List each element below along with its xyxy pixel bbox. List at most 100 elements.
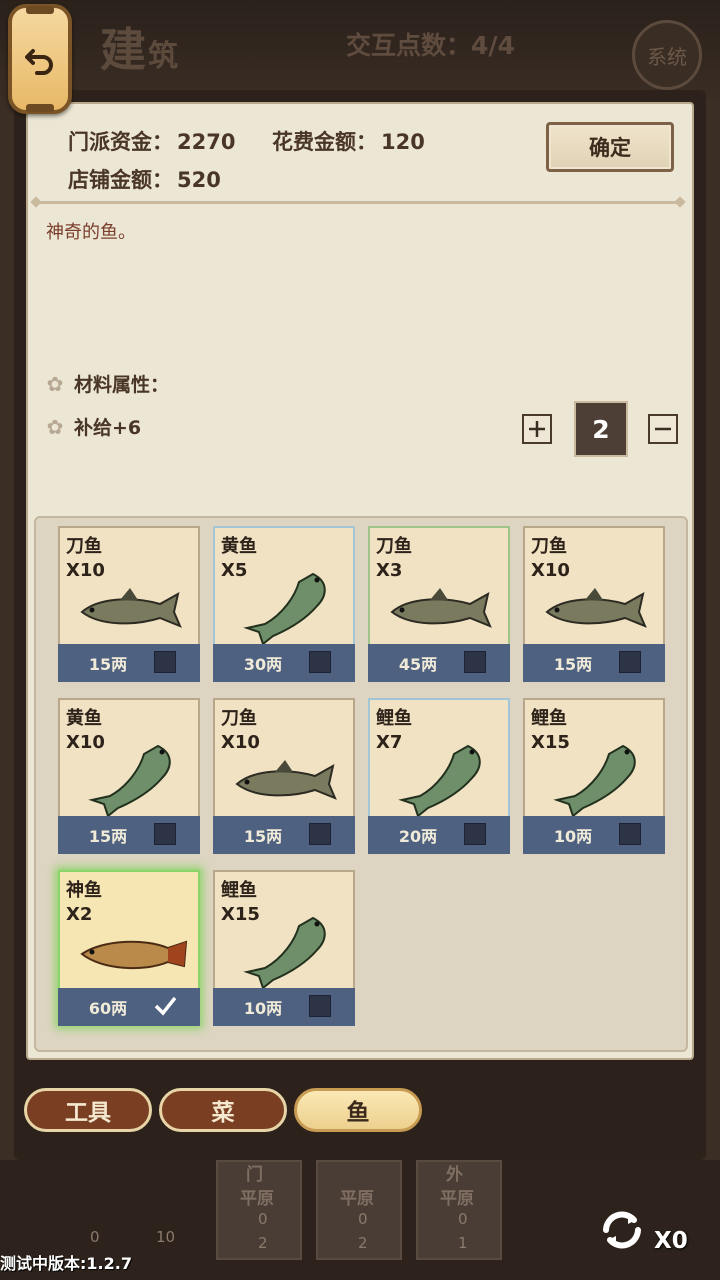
building-flag-count: 0	[458, 1210, 468, 1228]
fish-card[interactable]: 鲤鱼 X15 10两	[523, 698, 665, 854]
fish-name: 黄鱼	[66, 708, 102, 729]
fish-card[interactable]: 刀鱼 X10 15两	[213, 698, 355, 854]
price-bar: 45两	[368, 644, 510, 682]
fish-count: X2	[66, 904, 93, 925]
version-label: 测试中版本:1.2.7	[0, 1254, 132, 1273]
price-bar: 30两	[213, 644, 355, 682]
fish-card[interactable]: 鲤鱼 X15 10两	[213, 870, 355, 1026]
building-label: 门	[246, 1165, 263, 1185]
fish-name: 刀鱼	[376, 536, 412, 557]
tab-2[interactable]: 鱼	[294, 1088, 422, 1132]
refresh-icon[interactable]	[592, 1200, 652, 1260]
fish-price: 15两	[88, 655, 128, 674]
fish-price: 15两	[243, 827, 283, 846]
left-flag-count: 0	[90, 1228, 100, 1246]
price-bar: 15两	[58, 816, 200, 854]
fish-count: X15	[531, 732, 570, 753]
select-checkbox[interactable]	[309, 823, 331, 845]
fish-count: X10	[221, 732, 260, 753]
action-points-label: 交互点数：4/4	[346, 31, 515, 60]
fish-count: X10	[66, 732, 105, 753]
select-checkbox[interactable]	[619, 823, 641, 845]
plus-icon	[529, 421, 545, 437]
select-checkbox[interactable]	[154, 651, 176, 673]
select-checkbox[interactable]	[464, 823, 486, 845]
price-bar: 10两	[523, 816, 665, 854]
material-attr-title: ✿ 材料属性：	[44, 370, 169, 397]
item-description: 神奇的鱼。	[46, 222, 136, 243]
select-checkbox[interactable]	[154, 823, 176, 845]
building-people-count: 2	[258, 1234, 268, 1252]
confirm-button[interactable]: 确定	[546, 122, 674, 172]
cost-amount: 花费金额： 120	[272, 130, 425, 154]
fish-count: X7	[376, 732, 403, 753]
minus-icon	[655, 427, 671, 431]
fish-price: 10两	[553, 827, 593, 846]
fish-name: 刀鱼	[221, 708, 257, 729]
fish-price: 15两	[88, 827, 128, 846]
flower-icon: ✿	[46, 371, 64, 396]
building-slot[interactable]: 外平原 0 1	[416, 1160, 502, 1260]
material-attr-value: ✿ 补给+6	[44, 413, 142, 440]
fish-count: X10	[66, 560, 105, 581]
fish-name: 鲤鱼	[221, 880, 257, 901]
building-flag-count: 0	[358, 1210, 368, 1228]
fish-card[interactable]: 刀鱼 X3 45两	[368, 526, 510, 682]
tab-0[interactable]: 工具	[24, 1088, 152, 1132]
sect-funds: 门派资金： 2270	[68, 130, 236, 154]
price-bar: 15两	[58, 644, 200, 682]
fish-card[interactable]: 鲤鱼 X7 20两	[368, 698, 510, 854]
shop-amount: 店铺金额： 520	[68, 168, 221, 192]
fish-card[interactable]: 神鱼 X2 60两	[58, 870, 200, 1026]
fish-count: X15	[221, 904, 260, 925]
fish-count: X5	[221, 560, 248, 581]
fish-card[interactable]: 黄鱼 X5 30两	[213, 526, 355, 682]
fish-count: X3	[376, 560, 403, 581]
flower-icon: ✿	[46, 414, 64, 439]
fish-card[interactable]: 黄鱼 X10 15两	[58, 698, 200, 854]
fish-price: 30两	[243, 655, 283, 674]
building-flag-count: 0	[258, 1210, 268, 1228]
fish-count: X10	[531, 560, 570, 581]
decrease-quantity-button[interactable]	[648, 414, 678, 444]
fish-name: 神鱼	[66, 880, 102, 901]
price-bar: 10两	[213, 988, 355, 1026]
building-terrain: 平原	[440, 1189, 474, 1209]
page-title: 建筑	[100, 23, 180, 77]
fish-price: 20两	[398, 827, 438, 846]
fish-name: 刀鱼	[531, 536, 567, 557]
fish-name: 刀鱼	[66, 536, 102, 557]
select-checkbox[interactable]	[309, 651, 331, 673]
attr-title-text: 材料属性：	[74, 374, 170, 396]
building-label: 外	[446, 1165, 463, 1185]
fish-card[interactable]: 刀鱼 X10 15两	[58, 526, 200, 682]
fish-price: 45两	[398, 655, 438, 674]
price-bar: 20两	[368, 816, 510, 854]
select-checkbox[interactable]	[464, 651, 486, 673]
fish-name: 鲤鱼	[531, 708, 567, 729]
price-bar: 15两	[523, 644, 665, 682]
fish-card[interactable]: 刀鱼 X10 15两	[523, 526, 665, 682]
tab-1[interactable]: 菜	[159, 1088, 287, 1132]
price-bar: 15两	[213, 816, 355, 854]
building-people-count: 2	[358, 1234, 368, 1252]
fish-price: 60两	[88, 999, 128, 1018]
building-slot[interactable]: 门平原 0 2	[216, 1160, 302, 1260]
building-people-count: 1	[458, 1234, 468, 1252]
increase-quantity-button[interactable]	[522, 414, 552, 444]
refresh-count: X0	[654, 1228, 688, 1254]
system-button[interactable]: 系统	[632, 20, 702, 90]
back-arrow-icon	[25, 49, 53, 75]
building-slot[interactable]: 平原 0 2	[316, 1160, 402, 1260]
select-checkbox[interactable]	[309, 995, 331, 1017]
attr-value-text: 补给+6	[74, 417, 142, 439]
building-terrain: 平原	[240, 1189, 274, 1209]
divider	[36, 201, 680, 204]
fish-name: 黄鱼	[221, 536, 257, 557]
quantity-value: 2	[574, 401, 628, 457]
select-checkbox[interactable]	[154, 995, 177, 1017]
select-checkbox[interactable]	[619, 651, 641, 673]
fish-name: 鲤鱼	[376, 708, 412, 729]
fish-price: 10两	[243, 999, 283, 1018]
back-button[interactable]	[8, 4, 72, 114]
